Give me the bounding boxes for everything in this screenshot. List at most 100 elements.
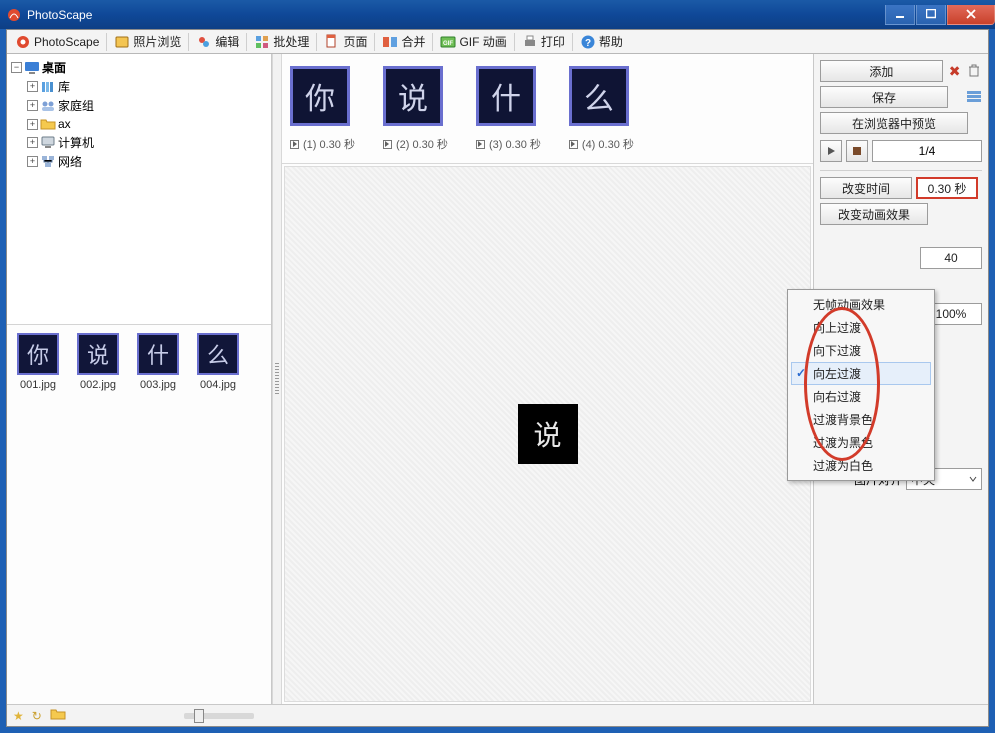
expand-icon[interactable]: + (27, 156, 38, 167)
tab-photoscape[interactable]: PhotoScape (11, 31, 103, 53)
tab-label: 帮助 (599, 33, 623, 50)
popup-item[interactable]: 向下过渡 (791, 339, 931, 362)
thumb-item[interactable]: 么 004.jpg (193, 333, 243, 696)
tree-item-computer[interactable]: + 计算机 (27, 133, 269, 152)
tree-label: ax (58, 117, 71, 131)
expand-icon[interactable]: + (27, 81, 38, 92)
frame-caption: (3) 0.30 秒 (489, 136, 541, 152)
network-icon (40, 154, 56, 170)
stop-button[interactable] (846, 140, 868, 162)
tab-page[interactable]: 页面 (320, 31, 371, 53)
homegroup-icon (40, 98, 56, 114)
window-buttons (884, 5, 995, 25)
tab-merge[interactable]: 合并 (378, 31, 429, 53)
add-button[interactable]: 添加 (820, 60, 943, 82)
popup-item[interactable]: 无帧动画效果 (791, 293, 931, 316)
frame-item[interactable]: 你 (1) 0.30 秒 (290, 66, 355, 163)
tree-item-lib[interactable]: + 库 (27, 77, 269, 96)
popup-item[interactable]: 向右过渡 (791, 385, 931, 408)
frame-item[interactable]: 说 (2) 0.30 秒 (383, 66, 448, 163)
desktop-icon (24, 60, 40, 76)
preview-frame: 说 (518, 404, 578, 464)
popup-label: 向上过渡 (813, 321, 861, 335)
popup-label: 向左过渡 (813, 367, 861, 381)
popup-label: 向下过渡 (813, 344, 861, 358)
tab-label: 页面 (343, 33, 367, 50)
time-value: 0.30 秒 (928, 180, 967, 197)
thumb-char: 么 (207, 338, 229, 370)
frame-char: 什 (491, 74, 521, 118)
main-area: − 桌面 + 库 + (7, 54, 988, 704)
delete-icon[interactable]: ✖ (947, 63, 963, 79)
play-tiny-icon (476, 140, 485, 149)
merge-icon (382, 34, 398, 50)
minimize-button[interactable] (885, 5, 915, 25)
num-value: 40 (944, 251, 957, 265)
btn-label: 添加 (869, 63, 893, 80)
numeric-field-1[interactable]: 40 (920, 247, 982, 269)
library-icon (40, 79, 56, 95)
star-icon[interactable]: ★ (13, 709, 24, 723)
thumbnail-grid: 你 001.jpg 说 002.jpg 什 003.jpg 么 004.jpg (7, 324, 271, 704)
folder-small-icon[interactable] (50, 707, 66, 724)
time-value-field[interactable]: 0.30 秒 (916, 177, 978, 199)
btn-label: 改变时间 (842, 180, 890, 197)
splitter[interactable] (272, 54, 282, 704)
frame-char: 么 (584, 74, 614, 118)
popup-item-selected[interactable]: ✓向左过渡 (791, 362, 931, 385)
play-tiny-icon (290, 140, 299, 149)
tab-browse[interactable]: 照片浏览 (110, 31, 185, 53)
popup-item[interactable]: 向上过渡 (791, 316, 931, 339)
refresh-icon[interactable]: ↻ (32, 709, 42, 723)
thumb-filename: 001.jpg (13, 379, 63, 391)
thumb-item[interactable]: 说 002.jpg (73, 333, 123, 696)
close-button[interactable] (947, 5, 995, 25)
main-toolbar: PhotoScape 照片浏览 编辑 批处理 页面 合并 GIF (7, 30, 988, 54)
expand-icon[interactable]: + (27, 137, 38, 148)
tree-item-ax[interactable]: + ax (27, 115, 269, 133)
num-value: 100% (936, 307, 967, 321)
frame-char: 你 (305, 74, 335, 118)
btn-label: 在浏览器中预览 (852, 115, 936, 132)
tree-label: 家庭组 (58, 97, 94, 114)
popup-label: 过渡为白色 (813, 459, 873, 473)
collapse-icon[interactable]: − (11, 62, 22, 73)
maximize-button[interactable] (916, 5, 946, 25)
save-button[interactable]: 保存 (820, 86, 948, 108)
tab-label: 照片浏览 (133, 33, 181, 50)
zoom-slider[interactable] (184, 713, 254, 719)
frame-caption: (4) 0.30 秒 (582, 136, 634, 152)
preview-canvas: 说 (284, 166, 811, 702)
thumb-item[interactable]: 你 001.jpg (13, 333, 63, 696)
tree-item-homegroup[interactable]: + 家庭组 (27, 96, 269, 115)
popup-item[interactable]: 过渡为黑色 (791, 431, 931, 454)
tab-label: 打印 (541, 33, 565, 50)
list-icon[interactable] (966, 89, 982, 105)
tree-root[interactable]: − 桌面 (11, 58, 269, 77)
expand-icon[interactable]: + (27, 119, 38, 130)
tab-help[interactable]: ? 帮助 (576, 31, 627, 53)
thumb-item[interactable]: 什 003.jpg (133, 333, 183, 696)
preview-browser-button[interactable]: 在浏览器中预览 (820, 112, 968, 134)
change-effect-button[interactable]: 改变动画效果 (820, 203, 928, 225)
play-button[interactable] (820, 140, 842, 162)
expand-icon[interactable]: + (27, 100, 38, 111)
tab-gif[interactable]: GIF GIF 动画 (436, 31, 510, 53)
thumb-filename: 003.jpg (133, 379, 183, 391)
trash-icon[interactable] (967, 63, 982, 79)
popup-item[interactable]: 过渡背景色 (791, 408, 931, 431)
center-panel: 你 (1) 0.30 秒 说 (2) 0.30 秒 什 (3) 0.30 秒 么… (282, 54, 813, 704)
tab-print[interactable]: 打印 (518, 31, 569, 53)
tree-item-network[interactable]: + 网络 (27, 152, 269, 171)
browse-icon (114, 34, 130, 50)
folder-tree[interactable]: − 桌面 + 库 + (7, 54, 271, 324)
tab-batch[interactable]: 批处理 (250, 31, 313, 53)
thumb-filename: 002.jpg (73, 379, 123, 391)
status-bar: ★ ↻ (7, 704, 988, 726)
frame-item[interactable]: 什 (3) 0.30 秒 (476, 66, 541, 163)
tab-edit[interactable]: 编辑 (192, 31, 243, 53)
frame-item[interactable]: 么 (4) 0.30 秒 (569, 66, 634, 163)
popup-item[interactable]: 过渡为白色 (791, 454, 931, 477)
change-time-button[interactable]: 改变时间 (820, 177, 912, 199)
gif-icon: GIF (440, 34, 456, 50)
